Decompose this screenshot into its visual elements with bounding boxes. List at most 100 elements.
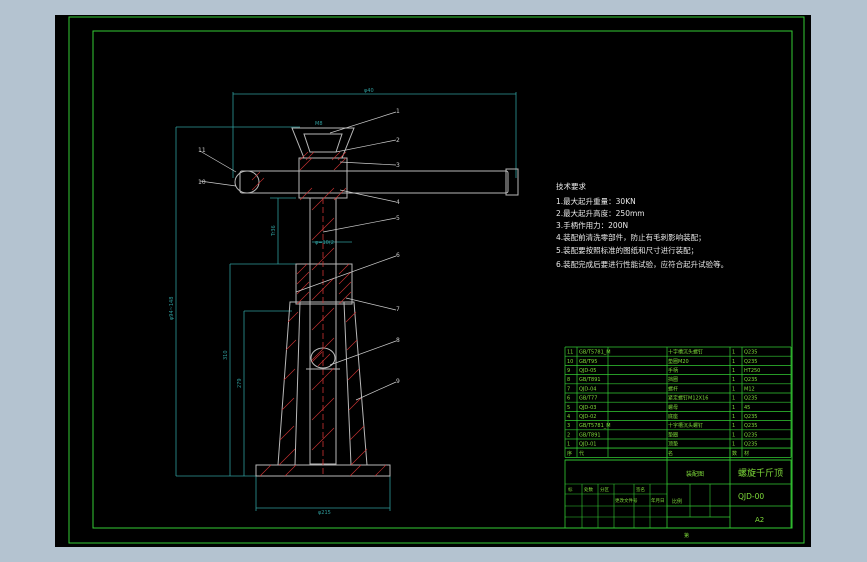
parts-cell: 垫圈	[668, 431, 678, 438]
parts-cell: QJD-05	[579, 368, 596, 374]
dim-width: φ40	[364, 88, 374, 94]
parts-cell: 顶垫	[668, 441, 678, 448]
dim-base: φ215	[318, 510, 331, 516]
tech-item-5: 5.装配要按照标准的图纸和尺寸进行装配；	[556, 245, 698, 255]
balloon-3: 3	[396, 162, 400, 169]
balloon-11: 11	[198, 147, 206, 154]
balloon-9: 9	[396, 378, 400, 385]
parts-cell: 2	[567, 432, 570, 438]
title-block-note-2: 处数	[584, 486, 593, 493]
parts-cell: Q235	[744, 432, 757, 438]
parts-cell: 1	[732, 405, 735, 411]
tech-title: 技术要求	[556, 181, 586, 191]
parts-cell: 10	[567, 359, 573, 365]
dim-h2: 279	[237, 378, 243, 388]
balloon-4: 4	[396, 199, 400, 206]
tech-item-3: 3.手柄作用力：200N	[556, 220, 628, 230]
parts-cell: QJD-04	[579, 386, 596, 392]
parts-header-cell: 序	[567, 450, 572, 457]
parts-cell: HT250	[744, 368, 760, 374]
parts-cell: Q235	[744, 396, 757, 402]
dim-thread: Tr36	[271, 225, 277, 237]
parts-header-cell: 数	[732, 450, 737, 457]
parts-cell: Q235	[744, 377, 757, 383]
parts-cell: 垫圈M20	[668, 358, 689, 365]
title-block-scale: 比例	[672, 498, 682, 505]
parts-cell: 1	[732, 359, 735, 365]
parts-cell: Q235	[744, 442, 757, 448]
parts-cell: 1	[732, 414, 735, 420]
parts-cell: 45	[744, 405, 750, 411]
parts-cell: 4	[567, 414, 570, 420]
balloon-10: 10	[198, 179, 206, 186]
parts-cell: Q235	[744, 350, 757, 356]
title-block-assembly: 装配图	[686, 470, 704, 478]
parts-cell: 手柄	[668, 367, 678, 374]
parts-header-cell: 材	[744, 450, 749, 457]
title-block-title: 螺旋千斤顶	[738, 467, 783, 479]
title-block-note-5: 签名	[636, 486, 645, 493]
parts-cell: GB/T891	[579, 432, 601, 438]
title-block-note-4: 更改文件号	[615, 497, 638, 504]
dim-gap: M8	[315, 121, 323, 127]
parts-cell: 7	[567, 386, 570, 392]
tech-item-2: 2.最大起升高度：250mm	[556, 208, 645, 218]
parts-cell: Q235	[744, 414, 757, 420]
cad-drawing: φ40 M8 φ=10(2 φ94~148 310 279 Tr36 φ215	[55, 15, 811, 547]
parts-cell: M12	[744, 386, 755, 392]
parts-cell: GB/T5781_M	[579, 423, 611, 429]
parts-cell: 8	[567, 377, 570, 383]
parts-cell: GB/T77	[579, 396, 597, 402]
parts-cell: 5	[567, 405, 570, 411]
parts-cell: 1	[732, 350, 735, 356]
parts-cell: QJD-01	[579, 442, 596, 448]
parts-cell: 1	[732, 432, 735, 438]
parts-cell: 1	[732, 368, 735, 374]
parts-cell: 螺母	[668, 404, 678, 411]
title-block-note-1: 标	[568, 486, 573, 493]
parts-cell: 紧定螺钉M12X16	[668, 395, 708, 402]
parts-cell: GB/T5781_M	[579, 350, 611, 356]
balloon-7: 7	[396, 306, 400, 313]
parts-cell: 挡圈	[668, 376, 678, 383]
parts-cell: 9	[567, 368, 570, 374]
parts-cell: QJD-02	[579, 414, 596, 420]
tech-item-6: 6.装配完成后要进行性能试验，应符合起升试验等。	[556, 259, 728, 269]
parts-cell: 11	[567, 350, 573, 356]
balloon-1: 1	[396, 108, 400, 115]
parts-cell: 1	[732, 442, 735, 448]
balloon-2: 2	[396, 137, 400, 144]
balloon-5: 5	[396, 215, 400, 222]
parts-cell: 1	[732, 386, 735, 392]
parts-cell: 1	[732, 423, 735, 429]
parts-cell: GB/T95	[579, 359, 597, 365]
parts-header-cell: 名	[668, 450, 673, 457]
parts-cell: QJD-03	[579, 405, 596, 411]
tech-item-1: 1.最大起升重量：30KN	[556, 196, 636, 206]
dim-h1: 310	[223, 350, 229, 360]
title-block-sheet: 第	[684, 532, 689, 539]
title-block-note-3: 分区	[600, 486, 609, 493]
title-block-note-6: 年月日	[651, 497, 665, 504]
drawing-canvas	[55, 15, 811, 547]
title-block-size: A2	[755, 516, 764, 524]
parts-cell: 3	[567, 423, 570, 429]
balloon-6: 6	[396, 252, 400, 259]
tech-item-4: 4.装配前清洗零部件，防止有毛刺影响装配；	[556, 232, 706, 242]
parts-cell: 1	[732, 396, 735, 402]
parts-cell: 螺杆	[668, 385, 678, 392]
parts-cell: 1	[567, 442, 570, 448]
parts-cell: 十字槽沉头螺钉	[668, 349, 703, 356]
dim-shaft: φ=10(2	[315, 240, 334, 246]
balloon-8: 8	[396, 337, 400, 344]
parts-cell: 6	[567, 396, 570, 402]
parts-cell: 底座	[668, 413, 678, 420]
parts-cell: Q235	[744, 359, 757, 365]
dim-height-total: φ94~148	[169, 297, 175, 320]
parts-cell: 十字槽沉头螺钉	[668, 422, 703, 429]
parts-cell: 1	[732, 377, 735, 383]
title-block-drawing-no: QJD-00	[738, 492, 764, 501]
parts-header-cell: 代	[579, 450, 584, 457]
parts-cell: Q235	[744, 423, 757, 429]
parts-cell: GB/T891	[579, 377, 601, 383]
